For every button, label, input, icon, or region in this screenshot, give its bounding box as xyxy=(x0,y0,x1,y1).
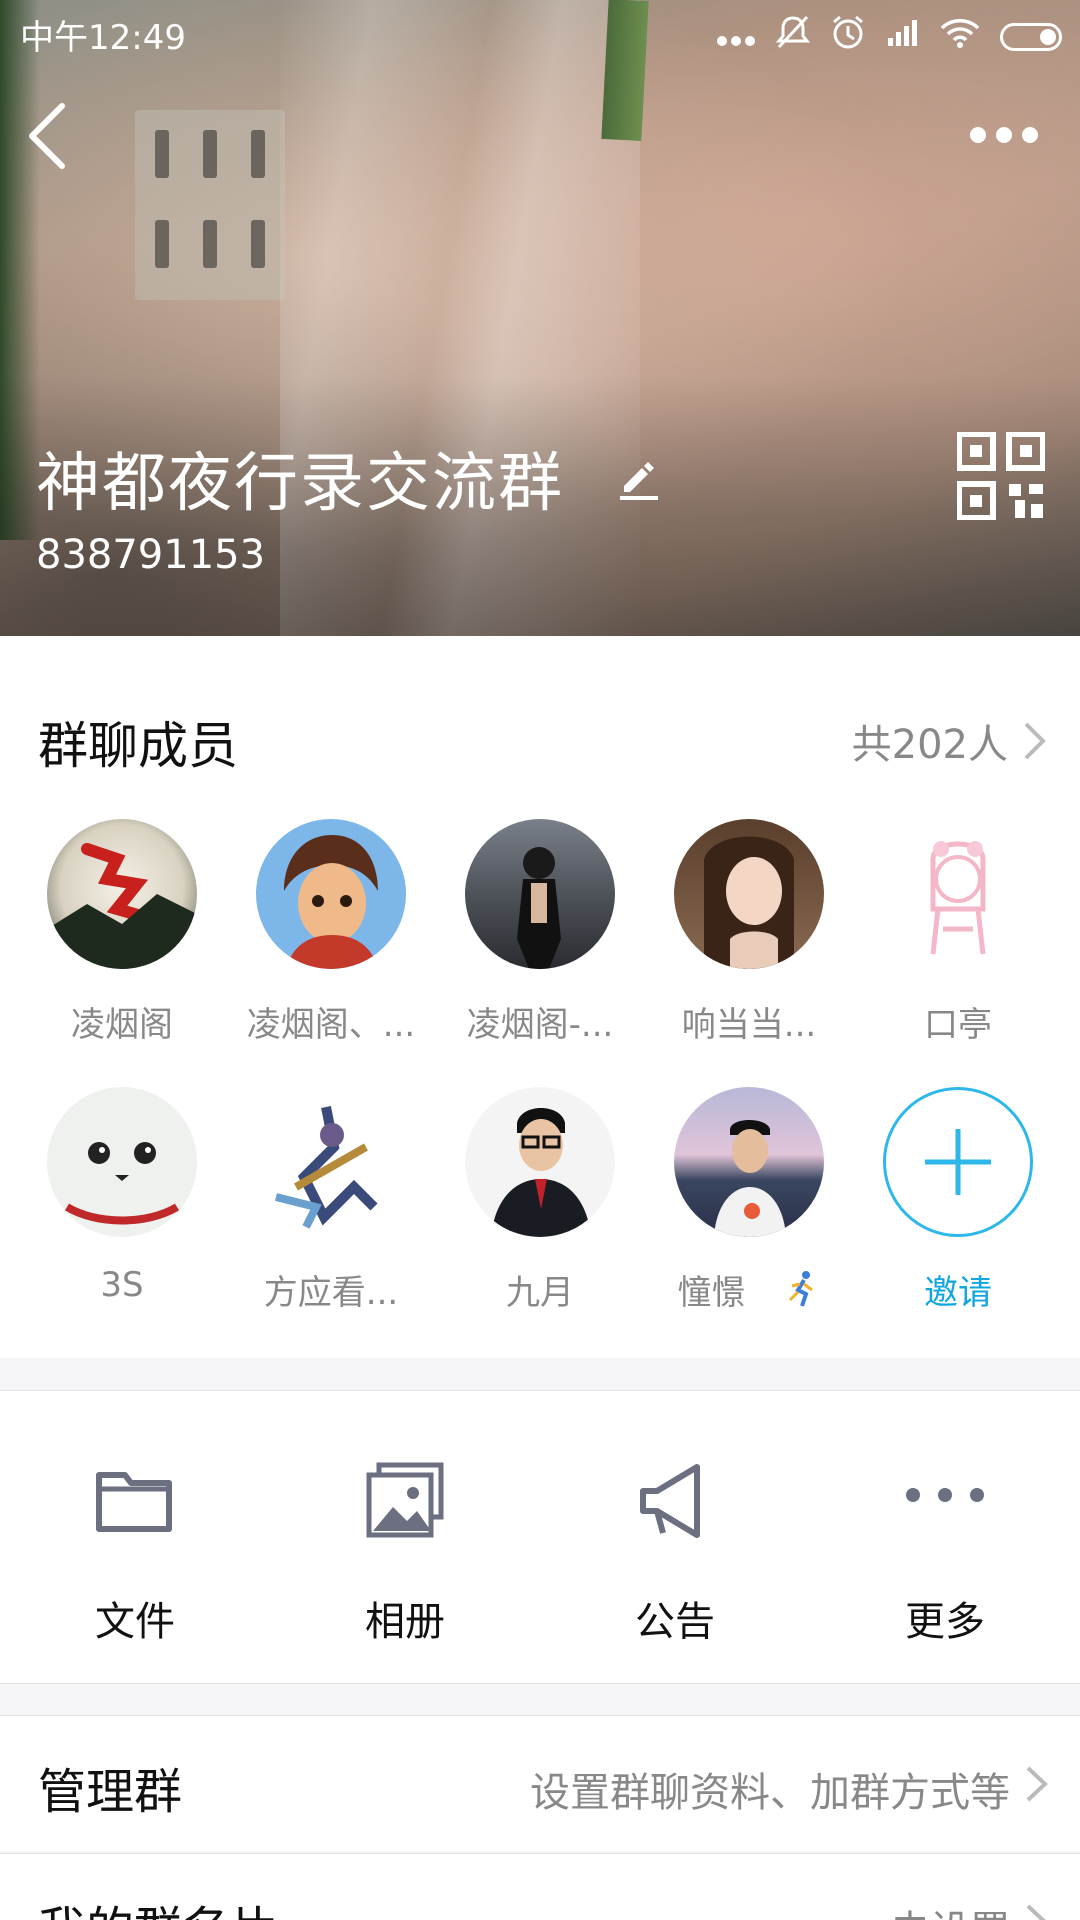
members-count: 共202人 xyxy=(851,722,1008,768)
member-name: 凌烟阁 xyxy=(71,1005,173,1045)
dot xyxy=(1022,127,1038,143)
signal-icon xyxy=(886,17,920,57)
manage-group-title: 管理群 xyxy=(38,1764,183,1820)
group-members-section: 群聊成员 共202人 凌烟阁 凌烟阁、... 凌烟阁-... 响当当... 口亭 xyxy=(0,636,1080,1358)
folder-icon xyxy=(96,1472,172,1532)
member-name: 凌烟阁-... xyxy=(466,1005,614,1045)
album-button[interactable]: 相册 xyxy=(270,1391,540,1685)
member-item[interactable]: 凌烟阁、... xyxy=(226,819,436,1045)
group-cover-header[interactable]: 中午12:49 神都夜行录交流群 838791153 xyxy=(0,0,1080,636)
dot xyxy=(996,127,1012,143)
invite-button[interactable]: 邀请 xyxy=(853,1087,1063,1313)
more-dots-icon xyxy=(906,1488,984,1502)
invite-label: 邀请 xyxy=(924,1273,992,1313)
album-label: 相册 xyxy=(365,1599,445,1645)
more-notifications-icon xyxy=(716,17,756,57)
dot xyxy=(970,127,986,143)
member-item[interactable]: 响当当... xyxy=(644,819,854,1045)
my-group-card-title: 我的群名片 xyxy=(38,1890,278,1920)
more-options-button[interactable] xyxy=(970,115,1050,155)
member-avatar xyxy=(465,819,615,969)
member-name: 3S xyxy=(100,1265,144,1305)
member-avatar xyxy=(47,819,197,969)
my-group-card-value: 未设置 xyxy=(890,1898,1010,1920)
mute-bell-icon xyxy=(775,14,811,59)
invite-plus-circle xyxy=(883,1087,1033,1237)
my-group-card-row[interactable]: 我的群名片 未设置 xyxy=(0,1853,1080,1920)
member-item[interactable]: 凌烟阁-... xyxy=(435,819,645,1045)
member-avatar xyxy=(256,819,406,969)
edit-name-icon[interactable] xyxy=(614,452,664,502)
running-person-icon xyxy=(786,1270,820,1319)
notice-button[interactable]: 公告 xyxy=(540,1391,810,1685)
member-name: 九月 xyxy=(506,1273,574,1313)
qr-code-icon[interactable] xyxy=(956,431,1046,521)
member-name: 响当当... xyxy=(681,1005,817,1045)
member-item[interactable]: 九月 xyxy=(435,1087,645,1313)
more-label: 更多 xyxy=(905,1599,985,1645)
member-avatar xyxy=(256,1087,406,1237)
status-icons xyxy=(716,14,1062,59)
member-avatar xyxy=(883,819,1033,969)
member-name: 憧憬 xyxy=(644,1265,854,1313)
member-item[interactable]: 凌烟阁 xyxy=(17,819,227,1045)
chevron-right-icon xyxy=(1026,1766,1048,1802)
back-arrow-icon xyxy=(29,103,65,169)
back-button[interactable] xyxy=(22,100,82,180)
member-item[interactable]: 口亭 xyxy=(853,819,1063,1045)
status-bar: 中午12:49 xyxy=(0,0,1080,64)
megaphone-icon xyxy=(640,1464,700,1538)
photo-album-icon xyxy=(366,1462,444,1538)
battery-icon xyxy=(1000,22,1062,51)
member-avatar xyxy=(674,819,824,969)
files-button[interactable]: 文件 xyxy=(0,1391,270,1685)
group-name[interactable]: 神都夜行录交流群 xyxy=(36,432,564,524)
plus-icon xyxy=(925,1129,991,1195)
more-tools-button[interactable]: 更多 xyxy=(810,1391,1080,1685)
manage-group-row[interactable]: 管理群 设置群聊资料、加群方式等 xyxy=(0,1715,1080,1851)
members-count-link[interactable]: 共202人 xyxy=(852,712,1048,770)
member-avatar xyxy=(465,1087,615,1237)
status-time: 中午12:49 xyxy=(20,18,186,58)
alarm-icon xyxy=(830,14,866,59)
member-name: 凌烟阁、... xyxy=(246,1005,416,1045)
manage-group-hint: 设置群聊资料、加群方式等 xyxy=(530,1770,1010,1816)
member-item[interactable]: 3S xyxy=(17,1087,227,1309)
chevron-right-icon xyxy=(1026,1904,1046,1920)
member-avatar xyxy=(47,1087,197,1237)
files-label: 文件 xyxy=(95,1599,175,1645)
cover-photo-grille xyxy=(135,110,285,300)
group-id: 838791153 xyxy=(36,532,266,578)
notice-label: 公告 xyxy=(635,1599,715,1645)
members-title: 群聊成员 xyxy=(38,717,238,775)
member-name-text: 憧憬 xyxy=(677,1273,746,1313)
member-name: 方应看... xyxy=(263,1273,399,1313)
member-name: 口亭 xyxy=(924,1005,992,1045)
member-avatar xyxy=(674,1087,824,1237)
chevron-right-icon xyxy=(1024,722,1046,760)
wifi-icon xyxy=(940,17,980,57)
member-item[interactable]: 憧憬 xyxy=(644,1087,854,1313)
group-tools-bar: 文件 相册 公告 更多 xyxy=(0,1390,1080,1684)
member-item[interactable]: 方应看... xyxy=(226,1087,436,1313)
